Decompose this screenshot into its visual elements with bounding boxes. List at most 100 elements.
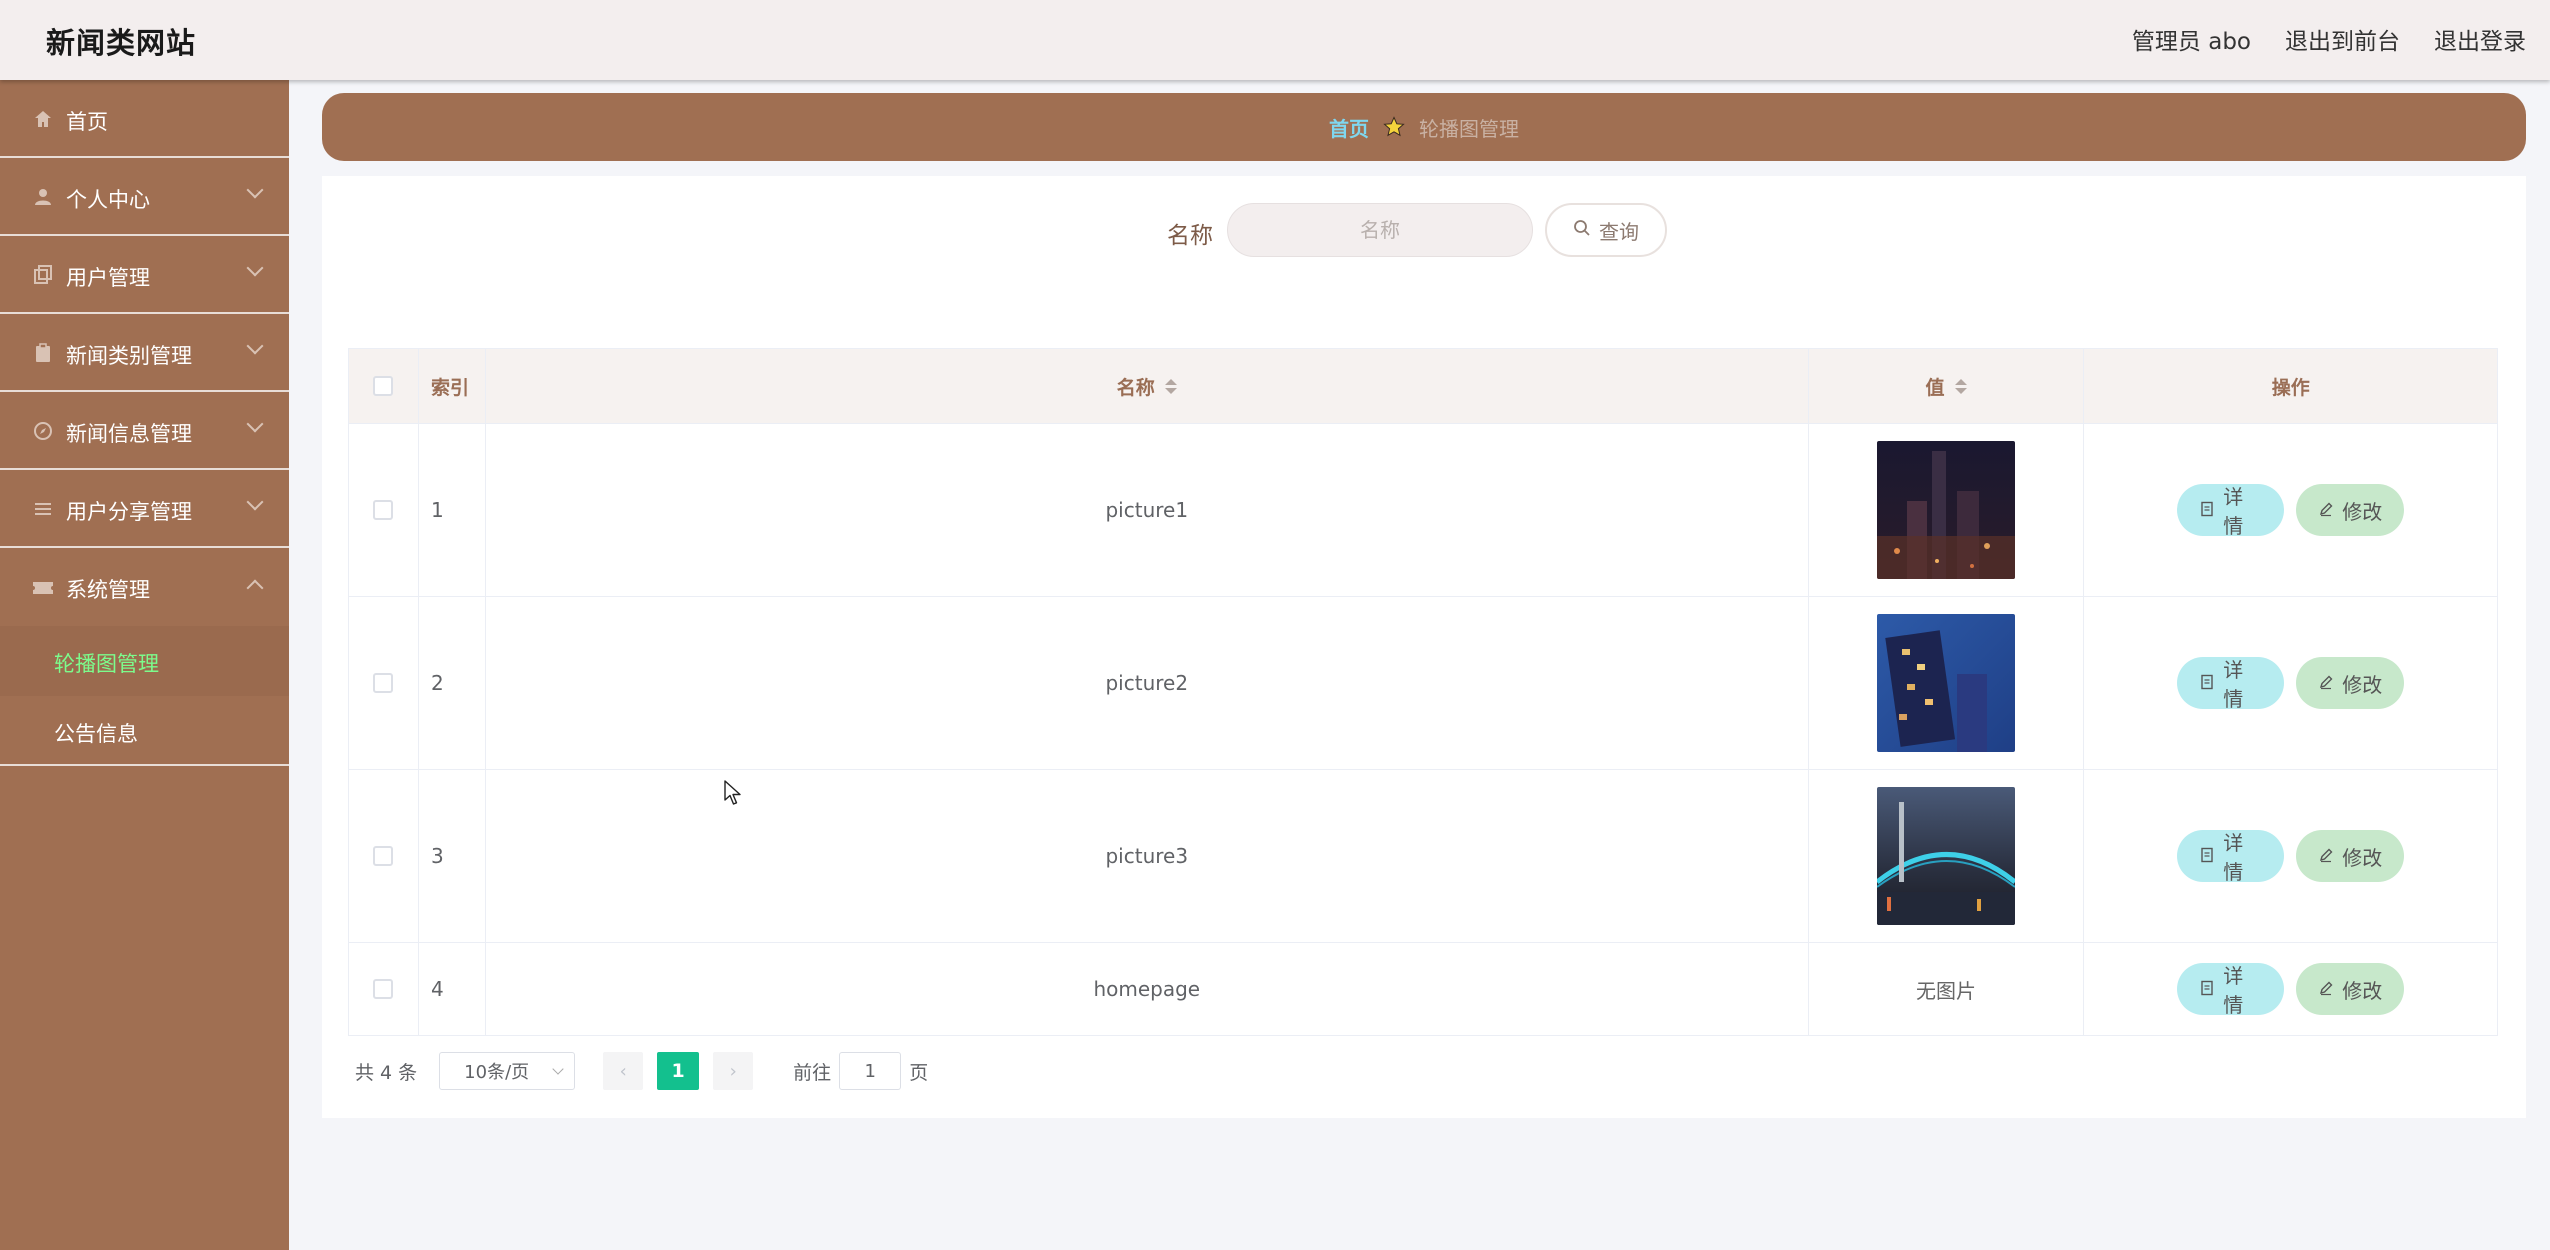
next-page-button[interactable]: › bbox=[713, 1052, 754, 1090]
thumbnail-image[interactable] bbox=[1877, 441, 2016, 579]
table-row: 1 picture1 详情 修改 bbox=[349, 424, 2497, 597]
sidebar-item-home[interactable]: 首页 bbox=[0, 80, 289, 158]
sidebar-item-label: 新闻类别管理 bbox=[66, 344, 192, 368]
detail-button[interactable]: 详情 bbox=[2177, 830, 2285, 884]
thumbnail-image[interactable] bbox=[1877, 614, 2016, 752]
row-name: picture1 bbox=[486, 424, 1809, 596]
page-number-active[interactable]: 1 bbox=[657, 1052, 700, 1090]
sidebar-subitem-carousel[interactable]: 轮播图管理 bbox=[0, 626, 289, 696]
document-icon bbox=[2199, 977, 2215, 1001]
header-links: 管理员 abo 退出到前台 退出登录 bbox=[2132, 22, 2526, 56]
pagination: 共 4 条 10条/页 ‹ 1 › 前往 页 bbox=[355, 1052, 928, 1090]
row-index: 2 bbox=[419, 597, 486, 769]
edit-button[interactable]: 修改 bbox=[2296, 657, 2405, 709]
select-all-checkbox[interactable] bbox=[373, 376, 394, 396]
document-icon bbox=[2199, 671, 2215, 695]
sort-icon[interactable] bbox=[1954, 378, 1967, 394]
sidebar-item-user-share[interactable]: 用户分享管理 bbox=[0, 470, 289, 548]
row-ops: 详情 修改 bbox=[2084, 943, 2497, 1035]
chevron-left-icon: ‹ bbox=[619, 1060, 627, 1082]
search-button-label: 查询 bbox=[1599, 219, 1639, 244]
sidebar: 首页 个人中心 用户管理 新闻类别管理 新闻信息管理 用户分享管理 系统管理 轮… bbox=[0, 80, 289, 1250]
chevron-down-icon bbox=[246, 337, 264, 355]
row-value bbox=[1809, 424, 2085, 596]
edit-button[interactable]: 修改 bbox=[2296, 963, 2405, 1015]
chevron-down-icon bbox=[246, 259, 264, 277]
page-size-select[interactable]: 10条/页 bbox=[439, 1052, 576, 1090]
header-checkbox-cell bbox=[349, 349, 419, 423]
row-ops: 详情 修改 bbox=[2084, 770, 2497, 942]
chevron-down-icon bbox=[246, 493, 264, 511]
star-icon bbox=[1383, 116, 1405, 138]
copy-icon bbox=[32, 264, 54, 286]
edit-button-label: 修改 bbox=[2342, 845, 2383, 870]
prev-page-button[interactable]: ‹ bbox=[603, 1052, 644, 1090]
search-icon bbox=[1573, 218, 1591, 242]
compass-icon bbox=[32, 420, 54, 442]
row-checkbox[interactable] bbox=[373, 846, 394, 866]
thumbnail-image[interactable] bbox=[1877, 787, 2016, 925]
chevron-down-icon bbox=[552, 1063, 564, 1075]
table-row: 4 homepage 无图片 详情 修改 bbox=[349, 943, 2497, 1035]
edit-button[interactable]: 修改 bbox=[2296, 484, 2405, 536]
row-checkbox-cell bbox=[349, 597, 419, 769]
top-header: 新闻类网站 管理员 abo 退出到前台 退出登录 bbox=[0, 0, 2550, 80]
row-name: picture3 bbox=[486, 770, 1809, 942]
header-value[interactable]: 值 bbox=[1809, 349, 2085, 423]
detail-button[interactable]: 详情 bbox=[2177, 963, 2285, 1017]
table-row: 2 picture2 详情 修改 bbox=[349, 597, 2497, 770]
sidebar-subitem-label: 公告信息 bbox=[54, 722, 138, 746]
breadcrumb: 首页 轮播图管理 bbox=[322, 93, 2526, 161]
sidebar-item-system[interactable]: 系统管理 bbox=[0, 548, 289, 626]
pagination-total: 共 4 条 bbox=[355, 1061, 418, 1084]
row-name: homepage bbox=[486, 943, 1809, 1035]
row-checkbox-cell bbox=[349, 943, 419, 1035]
row-checkbox[interactable] bbox=[373, 500, 394, 520]
row-index: 4 bbox=[419, 943, 486, 1035]
row-index: 3 bbox=[419, 770, 486, 942]
page-size-value: 10条/页 bbox=[464, 1062, 530, 1083]
detail-button-label: 详情 bbox=[2223, 964, 2244, 1017]
search-input[interactable] bbox=[1227, 203, 1533, 257]
header-index-label: 索引 bbox=[430, 376, 469, 399]
detail-button[interactable]: 详情 bbox=[2177, 484, 2285, 538]
header-ops: 操作 bbox=[2084, 349, 2497, 423]
sidebar-item-personal-center[interactable]: 个人中心 bbox=[0, 158, 289, 236]
clipboard-icon bbox=[32, 342, 54, 364]
row-value bbox=[1809, 770, 2085, 942]
row-index: 1 bbox=[419, 424, 486, 596]
sidebar-item-news-category[interactable]: 新闻类别管理 bbox=[0, 314, 289, 392]
chevron-down-icon bbox=[246, 181, 264, 199]
table-row: 3 picture3 详情 修改 bbox=[349, 770, 2497, 943]
sort-icon[interactable] bbox=[1164, 378, 1177, 394]
header-name[interactable]: 名称 bbox=[486, 349, 1809, 423]
edit-icon bbox=[2318, 671, 2334, 695]
site-title: 新闻类网站 bbox=[46, 26, 197, 60]
logout-link[interactable]: 退出登录 bbox=[2434, 22, 2526, 56]
no-image-text: 无图片 bbox=[1916, 978, 1977, 1003]
breadcrumb-home-link[interactable]: 首页 bbox=[1329, 113, 1369, 142]
admin-user-label[interactable]: 管理员 abo bbox=[2132, 22, 2251, 56]
edit-button[interactable]: 修改 bbox=[2296, 830, 2405, 882]
sidebar-item-news-info[interactable]: 新闻信息管理 bbox=[0, 392, 289, 470]
row-checkbox[interactable] bbox=[373, 673, 394, 693]
edit-icon bbox=[2318, 498, 2334, 522]
edit-button-label: 修改 bbox=[2342, 672, 2383, 697]
sidebar-subitem-notice[interactable]: 公告信息 bbox=[0, 696, 289, 766]
header-value-label: 值 bbox=[1925, 376, 1945, 399]
chevron-down-icon bbox=[246, 415, 264, 433]
sidebar-item-user-management[interactable]: 用户管理 bbox=[0, 236, 289, 314]
goto-suffix: 页 bbox=[909, 1061, 929, 1084]
exit-to-frontend-link[interactable]: 退出到前台 bbox=[2285, 22, 2400, 56]
row-value bbox=[1809, 597, 2085, 769]
detail-button-label: 详情 bbox=[2223, 831, 2244, 884]
sidebar-item-label: 用户管理 bbox=[66, 266, 150, 290]
goto-page-input[interactable] bbox=[839, 1052, 902, 1090]
list-icon bbox=[32, 498, 54, 520]
breadcrumb-current: 轮播图管理 bbox=[1419, 116, 1519, 141]
detail-button[interactable]: 详情 bbox=[2177, 657, 2285, 711]
row-checkbox[interactable] bbox=[373, 979, 394, 999]
goto-prefix: 前往 bbox=[793, 1061, 832, 1084]
search-button[interactable]: 查询 bbox=[1545, 203, 1667, 257]
header-name-label: 名称 bbox=[1116, 376, 1155, 399]
